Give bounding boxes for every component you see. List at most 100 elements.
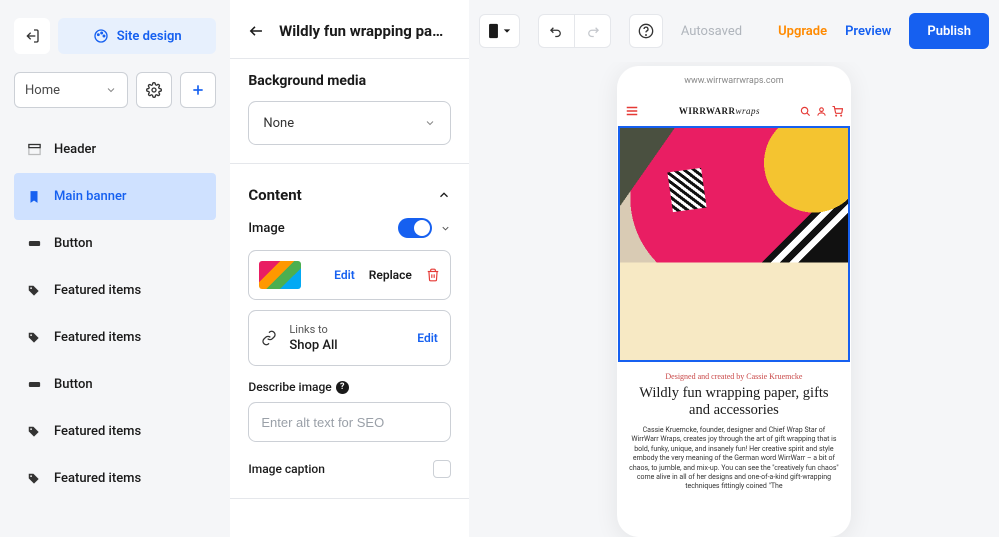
bg-media-select[interactable]: None	[248, 101, 450, 145]
hero-body: Cassie Kruemcke, founder, designer and C…	[617, 426, 851, 502]
left-sidebar-top: Site design	[14, 18, 216, 54]
edit-link-button[interactable]: Edit	[417, 331, 438, 345]
section-item-header[interactable]: Header	[14, 126, 216, 173]
cart-icon	[832, 106, 843, 117]
exit-icon	[24, 28, 40, 44]
page-select[interactable]: Home	[14, 72, 128, 108]
redo-button[interactable]	[574, 14, 611, 48]
hero-image[interactable]	[618, 126, 850, 362]
hero-caption: Designed and created by Cassie Kruemcke	[617, 362, 851, 385]
bg-media-value: None	[263, 116, 294, 131]
help-circle-icon	[638, 23, 654, 39]
image-toggle-row: Image	[248, 218, 450, 238]
section-item-main-banner[interactable]: Main banner	[14, 173, 216, 220]
image-toggle[interactable]	[398, 218, 432, 238]
bg-media-heading: Background media	[248, 73, 450, 89]
add-section-button[interactable]	[180, 72, 216, 108]
alt-text-input[interactable]	[248, 402, 450, 442]
settings-button[interactable]	[136, 72, 172, 108]
gear-icon	[146, 82, 162, 98]
links-to-card: Links to Shop All Edit	[248, 310, 450, 366]
panel-header: Wildly fun wrapping paper…	[230, 0, 468, 58]
help-icon[interactable]: ?	[336, 381, 349, 394]
user-icon	[816, 106, 827, 117]
button-icon	[26, 236, 42, 252]
page-row: Home	[14, 72, 216, 108]
panel-body: Background media None Content Image Edit…	[230, 59, 468, 537]
chevron-down-icon	[105, 84, 117, 96]
menu-button[interactable]	[625, 104, 639, 118]
image-actions: Edit Replace	[334, 268, 440, 282]
palette-icon	[93, 28, 109, 44]
section-item-button[interactable]: Button	[14, 220, 216, 267]
section-item-featured[interactable]: Featured items	[14, 455, 216, 502]
alt-text-label: Describe image ?	[248, 380, 450, 394]
middle-panel: Wildly fun wrapping paper… Background me…	[230, 0, 468, 537]
caret-down-icon	[503, 27, 511, 35]
search-icon	[800, 106, 811, 117]
button-icon	[26, 377, 42, 393]
top-toolbar: Autosaved Upgrade Preview Publish	[469, 0, 999, 62]
section-item-featured[interactable]: Featured items	[14, 267, 216, 314]
collapse-button[interactable]	[437, 188, 451, 202]
links-to-label: Links to	[289, 323, 337, 336]
publish-button[interactable]: Publish	[909, 13, 989, 49]
cart-button[interactable]	[832, 106, 843, 117]
section-label: Header	[54, 142, 96, 157]
trash-icon	[426, 268, 440, 282]
replace-image-button[interactable]: Replace	[369, 268, 412, 282]
links-to-value: Shop All	[289, 338, 337, 353]
help-button[interactable]	[629, 14, 663, 48]
device-selector[interactable]	[479, 14, 520, 48]
chevron-down-icon[interactable]	[440, 223, 451, 234]
section-label: Button	[54, 377, 93, 392]
chevron-down-icon	[424, 117, 436, 129]
preview-canvas: www.wirrwarrwraps.com WIRRWARRwraps	[469, 62, 999, 537]
exit-editor-button[interactable]	[14, 18, 50, 54]
tag-icon	[26, 283, 42, 299]
undo-redo-group	[538, 14, 611, 48]
delete-image-button[interactable]	[426, 268, 440, 282]
edit-image-button[interactable]: Edit	[334, 268, 355, 282]
tag-icon	[26, 330, 42, 346]
hamburger-icon	[625, 104, 639, 118]
preview-link[interactable]: Preview	[845, 24, 891, 39]
section-label: Button	[54, 236, 93, 251]
section-list: Header Main banner Button Featured items	[14, 126, 216, 502]
site-design-label: Site design	[117, 29, 182, 44]
header-icon	[26, 142, 42, 158]
divider	[230, 163, 468, 164]
section-label: Featured items	[54, 424, 141, 439]
image-caption-row: Image caption	[248, 460, 450, 478]
panel-title: Wildly fun wrapping paper…	[279, 22, 451, 40]
page-select-value: Home	[25, 83, 60, 98]
left-sidebar: Site design Home Header Main banner	[0, 0, 230, 537]
brand-logo[interactable]: WIRRWARRwraps	[645, 106, 794, 116]
bookmark-icon	[26, 189, 42, 205]
tag-icon	[26, 471, 42, 487]
search-button[interactable]	[800, 106, 811, 117]
image-label: Image	[248, 221, 284, 236]
hero-title: Wildly fun wrapping paper, gifts and acc…	[617, 385, 851, 426]
undo-icon	[549, 24, 564, 39]
undo-button[interactable]	[538, 14, 574, 48]
section-item-featured[interactable]: Featured items	[14, 314, 216, 361]
header-icons	[800, 106, 843, 117]
account-button[interactable]	[816, 106, 827, 117]
image-thumbnail[interactable]	[259, 261, 301, 289]
image-caption-label: Image caption	[248, 462, 325, 476]
image-toggle-wrap	[398, 218, 451, 238]
section-label: Featured items	[54, 283, 141, 298]
divider	[230, 498, 468, 499]
link-icon	[261, 330, 277, 346]
image-caption-checkbox[interactable]	[433, 460, 451, 478]
section-item-button[interactable]: Button	[14, 361, 216, 408]
site-design-button[interactable]: Site design	[58, 18, 216, 54]
section-item-featured[interactable]: Featured items	[14, 408, 216, 455]
links-info: Links to Shop All	[289, 323, 337, 353]
back-arrow-icon[interactable]	[248, 22, 265, 40]
upgrade-link[interactable]: Upgrade	[778, 24, 827, 39]
autosaved-status: Autosaved	[681, 24, 742, 39]
preview-site-header: WIRRWARRwraps	[617, 96, 851, 126]
device-frame: www.wirrwarrwraps.com WIRRWARRwraps	[617, 66, 851, 537]
